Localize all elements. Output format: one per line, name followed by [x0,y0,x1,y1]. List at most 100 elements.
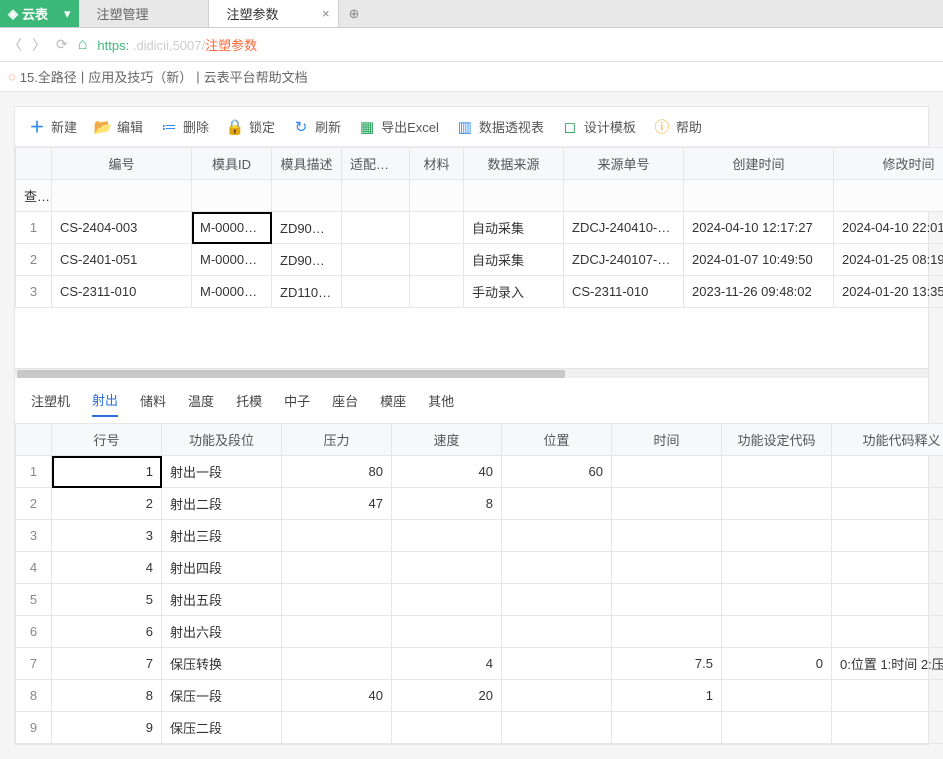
detail-tabs: 注塑机射出储料温度托模中子座台模座其他 [15,378,928,423]
breadcrumb-seg-1[interactable]: 15.全路径 [20,67,77,86]
new-button[interactable]: ＋ 新建 [29,117,77,136]
new-tab-button[interactable]: ⊕ [339,0,370,27]
title-tab-bar: ◈ 云表 ▾ 注塑管理 注塑参数 × ⊕ [0,0,943,28]
subtab-储料[interactable]: 储料 [140,391,166,416]
table-row[interactable]: 3CS-2311-010M-00000553ZD110底盖盖手动录入CS-231… [16,276,943,308]
col-src[interactable]: 数据来源 [464,148,564,180]
col-mid[interactable]: 模具ID [192,148,272,180]
detail-row[interactable]: 22射出二段478 [16,488,943,520]
subtab-中子[interactable]: 中子 [284,391,310,416]
dcol-func[interactable]: 功能及段位 [162,424,282,456]
main-panel: ＋ 新建 📂 编辑 ≔ 删除 🔒 锁定 ↻ 刷新 ▦ 导出Excel [14,106,929,745]
tab-label: 注塑管理 [97,4,149,23]
dcol-s[interactable]: 速度 [392,424,502,456]
tab-label: 注塑参数 [227,4,279,23]
brand-diamond-icon: ◈ [8,6,18,22]
excel-icon: ▦ [359,119,375,135]
close-icon[interactable]: × [322,6,330,21]
address-text[interactable]: https: .didicii,5007/注塑参数 [97,35,257,54]
subtab-模座[interactable]: 模座 [380,391,406,416]
breadcrumb-icon: ◌ [8,69,16,84]
brand-tab[interactable]: ◈ 云表 [0,0,56,27]
subtab-射出[interactable]: 射出 [92,390,118,417]
design-button[interactable]: ◻ 设计模板 [562,117,636,136]
table-row[interactable]: 2CS-2401-051M-00000471ZD90电机罩自动采集ZDCJ-24… [16,244,943,276]
detail-row[interactable]: 88保压一段40201 [16,680,943,712]
back-icon[interactable]: 〈 [8,35,22,55]
delete-button[interactable]: ≔ 删除 [161,117,209,136]
subtab-温度[interactable]: 温度 [188,391,214,416]
brand-label: 云表 [22,4,48,23]
col-srcno[interactable]: 来源单号 [564,148,684,180]
toolbar: ＋ 新建 📂 编辑 ≔ 删除 🔒 锁定 ↻ 刷新 ▦ 导出Excel [15,107,928,147]
detail-header-row: 行号 功能及段位 压力 速度 位置 时间 功能设定代码 功能代码释义 [16,424,943,456]
refresh-label: 刷新 [315,117,341,136]
table-query-row[interactable]: 查询 [16,180,943,212]
chevron-down-icon: ▾ [64,6,71,22]
plus-icon: ⊕ [349,6,360,22]
design-label: 设计模板 [584,117,636,136]
forward-icon[interactable]: 〉 [32,35,46,55]
breadcrumb-seg-3[interactable]: 云表平台帮助文档 [204,67,308,86]
pivot-label: 数据透视表 [479,117,544,136]
help-button[interactable]: ⓘ 帮助 [654,117,702,136]
detail-row[interactable]: 66射出六段 [16,616,943,648]
lock-button[interactable]: 🔒 锁定 [227,117,275,136]
col-mat[interactable]: 材料 [410,148,464,180]
refresh-button[interactable]: ↻ 刷新 [293,117,341,136]
col-mtime[interactable]: 修改时间 [834,148,943,180]
tab-injection-mgmt[interactable]: 注塑管理 [79,0,209,27]
help-label: 帮助 [676,117,702,136]
plus-icon: ＋ [29,119,45,135]
breadcrumb: ◌ 15.全路径 | 应用及技巧（新） | 云表平台帮助文档 [0,62,943,92]
subtab-座台[interactable]: 座台 [332,391,358,416]
export-label: 导出Excel [381,117,439,136]
detail-table[interactable]: 行号 功能及段位 压力 速度 位置 时间 功能设定代码 功能代码释义 11射出一… [15,423,943,744]
delete-icon: ≔ [161,119,177,135]
pivot-icon: ▥ [457,119,473,135]
dcol-mean[interactable]: 功能代码释义 [832,424,943,456]
table-row[interactable]: 1CS-2404-003M-00000470ZD90顶盖自动采集ZDCJ-240… [16,212,943,244]
brand-dropdown[interactable]: ▾ [56,0,79,27]
dcol-line[interactable]: 行号 [52,424,162,456]
detail-row[interactable]: 11射出一段804060 [16,456,943,488]
col-desc[interactable]: 模具描述 [272,148,342,180]
scrollbar-thumb[interactable] [17,370,565,378]
breadcrumb-seg-2[interactable]: 应用及技巧（新） [88,67,192,86]
detail-row[interactable]: 33射出三段 [16,520,943,552]
master-table[interactable]: 编号 模具ID 模具描述 适配产品 材料 数据来源 来源单号 创建时间 修改时间… [15,147,943,308]
lock-icon: 🔒 [227,119,243,135]
refresh-icon: ↻ [293,119,309,135]
detail-row[interactable]: 44射出四段 [16,552,943,584]
lock-label: 锁定 [249,117,275,136]
home-icon[interactable]: ⌂ [78,36,88,54]
table-header-row: 编号 模具ID 模具描述 适配产品 材料 数据来源 来源单号 创建时间 修改时间 [16,148,943,180]
tab-injection-params[interactable]: 注塑参数 × [209,0,339,27]
refresh-nav-icon[interactable]: ⟳ [56,36,68,53]
col-code[interactable]: 编号 [52,148,192,180]
edit-button[interactable]: 📂 编辑 [95,117,143,136]
help-icon: ⓘ [654,119,670,135]
detail-row[interactable]: 77保压转换47.500:位置 1:时间 2:压力 [16,648,943,680]
subtab-其他[interactable]: 其他 [428,391,454,416]
col-ctime[interactable]: 创建时间 [684,148,834,180]
detail-row[interactable]: 55射出五段 [16,584,943,616]
export-button[interactable]: ▦ 导出Excel [359,117,439,136]
dcol-p[interactable]: 压力 [282,424,392,456]
url-mid: .didicii,5007/ [133,38,205,53]
query-label: 查询 [16,180,52,212]
edit-label: 编辑 [117,117,143,136]
col-prod[interactable]: 适配产品 [342,148,410,180]
folder-icon: 📂 [95,119,111,135]
subtab-注塑机[interactable]: 注塑机 [31,391,70,416]
horizontal-scrollbar[interactable] [15,368,928,378]
subtab-托模[interactable]: 托模 [236,391,262,416]
detail-row[interactable]: 99保压二段 [16,712,943,744]
url-prefix: https: [97,38,129,53]
pivot-button[interactable]: ▥ 数据透视表 [457,117,544,136]
dcol-pos[interactable]: 位置 [502,424,612,456]
dcol-t[interactable]: 时间 [612,424,722,456]
new-label: 新建 [51,117,77,136]
dcol-code[interactable]: 功能设定代码 [722,424,832,456]
delete-label: 删除 [183,117,209,136]
